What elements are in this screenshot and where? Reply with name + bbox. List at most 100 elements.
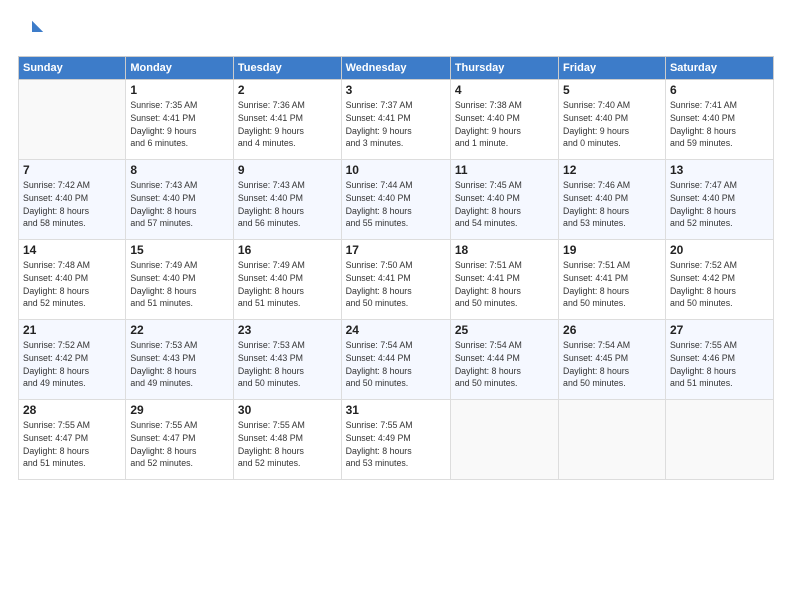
day-number: 13 [670,163,769,177]
day-info: Sunrise: 7:55 AM Sunset: 4:48 PM Dayligh… [238,419,337,470]
day-info: Sunrise: 7:55 AM Sunset: 4:47 PM Dayligh… [23,419,121,470]
day-cell: 19Sunrise: 7:51 AM Sunset: 4:41 PM Dayli… [559,240,666,320]
day-number: 11 [455,163,554,177]
day-info: Sunrise: 7:49 AM Sunset: 4:40 PM Dayligh… [238,259,337,310]
day-number: 4 [455,83,554,97]
day-cell: 24 Sunrise: 7:54 AM Sunset: 4:44 PM Dayli… [341,320,450,400]
day-cell: 15Sunrise: 7:49 AM Sunset: 4:40 PM Dayli… [126,240,234,320]
day-number: 8 [130,163,229,177]
day-number: 18 [455,243,554,257]
day-info: Sunrise: 7:53 AM Sunset: 4:43 PM Dayligh… [238,339,337,390]
day-number: 14 [23,243,121,257]
day-cell: 22Sunrise: 7:53 AM Sunset: 4:43 PM Dayli… [126,320,234,400]
day-cell: 2 Sunrise: 7:36 AM Sunset: 4:41 PM Daylig… [233,80,341,160]
day-cell [665,400,773,480]
day-info: Sunrise: 7:37 AM Sunset: 4:41 PM Dayligh… [346,99,446,150]
day-cell: 18 Sunrise: 7:51 AM Sunset: 4:41 PM Dayli… [450,240,558,320]
day-cell: 23 Sunrise: 7:53 AM Sunset: 4:43 PM Dayli… [233,320,341,400]
day-info: Sunrise: 7:46 AM Sunset: 4:40 PM Dayligh… [563,179,661,230]
day-cell: 6Sunrise: 7:41 AM Sunset: 4:40 PM Daylig… [665,80,773,160]
day-number: 25 [455,323,554,337]
day-number: 31 [346,403,446,417]
day-number: 20 [670,243,769,257]
day-info: Sunrise: 7:50 AM Sunset: 4:41 PM Dayligh… [346,259,446,310]
day-info: Sunrise: 7:52 AM Sunset: 4:42 PM Dayligh… [670,259,769,310]
day-number: 5 [563,83,661,97]
day-info: Sunrise: 7:43 AM Sunset: 4:40 PM Dayligh… [130,179,229,230]
day-cell: 31 Sunrise: 7:55 AM Sunset: 4:49 PM Dayli… [341,400,450,480]
col-header-friday: Friday [559,57,666,80]
day-number: 3 [346,83,446,97]
calendar-table: SundayMondayTuesdayWednesdayThursdayFrid… [18,56,774,480]
day-number: 1 [130,83,229,97]
day-info: Sunrise: 7:52 AM Sunset: 4:42 PM Dayligh… [23,339,121,390]
day-cell: 14 Sunrise: 7:48 AM Sunset: 4:40 PM Dayli… [19,240,126,320]
day-info: Sunrise: 7:54 AM Sunset: 4:44 PM Dayligh… [455,339,554,390]
day-info: Sunrise: 7:51 AM Sunset: 4:41 PM Dayligh… [455,259,554,310]
day-cell: 10 Sunrise: 7:44 AM Sunset: 4:40 PM Dayli… [341,160,450,240]
day-cell [559,400,666,480]
day-cell [450,400,558,480]
day-cell: 29 Sunrise: 7:55 AM Sunset: 4:47 PM Dayli… [126,400,234,480]
day-number: 30 [238,403,337,417]
day-number: 26 [563,323,661,337]
col-header-thursday: Thursday [450,57,558,80]
day-info: Sunrise: 7:45 AM Sunset: 4:40 PM Dayligh… [455,179,554,230]
day-cell: 28Sunrise: 7:55 AM Sunset: 4:47 PM Dayli… [19,400,126,480]
day-info: Sunrise: 7:55 AM Sunset: 4:49 PM Dayligh… [346,419,446,470]
day-info: Sunrise: 7:54 AM Sunset: 4:45 PM Dayligh… [563,339,661,390]
col-header-tuesday: Tuesday [233,57,341,80]
header [18,18,774,46]
col-header-saturday: Saturday [665,57,773,80]
day-number: 9 [238,163,337,177]
day-number: 29 [130,403,229,417]
day-info: Sunrise: 7:35 AM Sunset: 4:41 PM Dayligh… [130,99,229,150]
day-info: Sunrise: 7:42 AM Sunset: 4:40 PM Dayligh… [23,179,121,230]
col-header-monday: Monday [126,57,234,80]
day-info: Sunrise: 7:48 AM Sunset: 4:40 PM Dayligh… [23,259,121,310]
logo-icon [18,18,46,46]
day-number: 16 [238,243,337,257]
day-number: 2 [238,83,337,97]
day-info: Sunrise: 7:36 AM Sunset: 4:41 PM Dayligh… [238,99,337,150]
day-info: Sunrise: 7:55 AM Sunset: 4:47 PM Dayligh… [130,419,229,470]
day-cell: 8 Sunrise: 7:43 AM Sunset: 4:40 PM Daylig… [126,160,234,240]
day-number: 22 [130,323,229,337]
week-row-4: 28Sunrise: 7:55 AM Sunset: 4:47 PM Dayli… [19,400,774,480]
day-cell: 12 Sunrise: 7:46 AM Sunset: 4:40 PM Dayli… [559,160,666,240]
day-cell: 25 Sunrise: 7:54 AM Sunset: 4:44 PM Dayli… [450,320,558,400]
logo [18,18,50,46]
day-number: 10 [346,163,446,177]
day-cell: 5 Sunrise: 7:40 AM Sunset: 4:40 PM Daylig… [559,80,666,160]
day-cell: 1 Sunrise: 7:35 AM Sunset: 4:41 PM Daylig… [126,80,234,160]
day-info: Sunrise: 7:44 AM Sunset: 4:40 PM Dayligh… [346,179,446,230]
day-info: Sunrise: 7:40 AM Sunset: 4:40 PM Dayligh… [563,99,661,150]
week-row-3: 21 Sunrise: 7:52 AM Sunset: 4:42 PM Dayli… [19,320,774,400]
day-number: 12 [563,163,661,177]
day-info: Sunrise: 7:55 AM Sunset: 4:46 PM Dayligh… [670,339,769,390]
day-number: 6 [670,83,769,97]
day-cell: 16 Sunrise: 7:49 AM Sunset: 4:40 PM Dayli… [233,240,341,320]
day-cell: 20 Sunrise: 7:52 AM Sunset: 4:42 PM Dayli… [665,240,773,320]
day-number: 21 [23,323,121,337]
day-number: 24 [346,323,446,337]
day-cell [19,80,126,160]
week-row-1: 7Sunrise: 7:42 AM Sunset: 4:40 PM Daylig… [19,160,774,240]
day-number: 27 [670,323,769,337]
day-info: Sunrise: 7:54 AM Sunset: 4:44 PM Dayligh… [346,339,446,390]
day-cell: 9Sunrise: 7:43 AM Sunset: 4:40 PM Daylig… [233,160,341,240]
day-cell: 11 Sunrise: 7:45 AM Sunset: 4:40 PM Dayli… [450,160,558,240]
day-number: 23 [238,323,337,337]
day-cell: 30 Sunrise: 7:55 AM Sunset: 4:48 PM Dayli… [233,400,341,480]
day-info: Sunrise: 7:38 AM Sunset: 4:40 PM Dayligh… [455,99,554,150]
day-cell: 21 Sunrise: 7:52 AM Sunset: 4:42 PM Dayli… [19,320,126,400]
day-cell: 3 Sunrise: 7:37 AM Sunset: 4:41 PM Daylig… [341,80,450,160]
col-header-sunday: Sunday [19,57,126,80]
day-cell: 13Sunrise: 7:47 AM Sunset: 4:40 PM Dayli… [665,160,773,240]
header-row: SundayMondayTuesdayWednesdayThursdayFrid… [19,57,774,80]
calendar-page: SundayMondayTuesdayWednesdayThursdayFrid… [0,0,792,612]
day-info: Sunrise: 7:51 AM Sunset: 4:41 PM Dayligh… [563,259,661,310]
day-cell: 4 Sunrise: 7:38 AM Sunset: 4:40 PM Daylig… [450,80,558,160]
day-number: 17 [346,243,446,257]
day-cell: 17 Sunrise: 7:50 AM Sunset: 4:41 PM Dayli… [341,240,450,320]
